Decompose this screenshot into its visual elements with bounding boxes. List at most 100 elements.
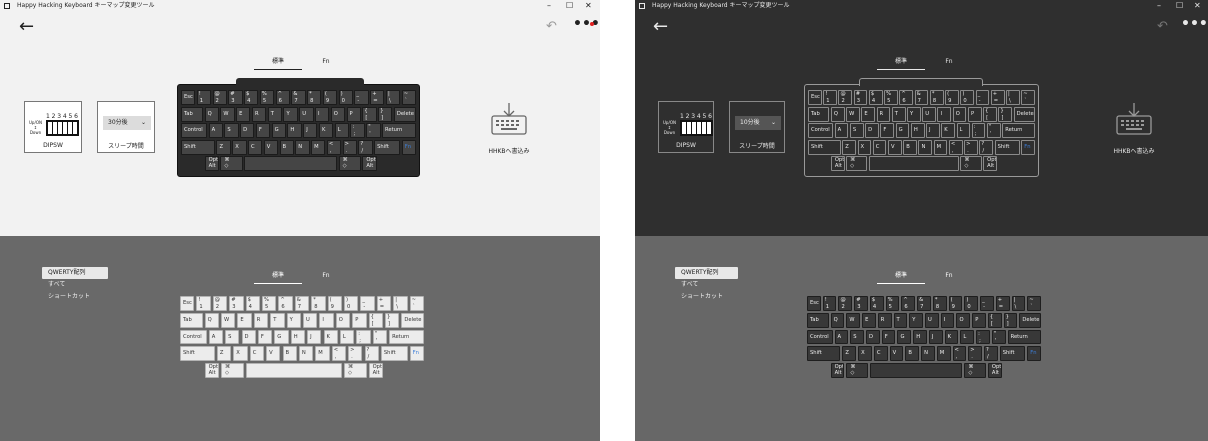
key-r1-9[interactable]: (9 (327, 296, 342, 311)
key-r1-10[interactable]: ) 0 (338, 90, 353, 105)
key-r4-2[interactable]: X (233, 346, 248, 362)
key-r2-0[interactable]: Tab (807, 312, 829, 328)
dipsw-panel-dark[interactable]: Up/ON ↕ Down 123456 DIPSW (658, 101, 714, 153)
category-all-dark[interactable]: すべて (675, 279, 741, 291)
key-r3-2[interactable]: S (849, 123, 864, 138)
key-r2-7[interactable]: U (299, 106, 314, 122)
key-r3-6[interactable]: H (910, 123, 925, 138)
key-r4-12[interactable]: Fn (409, 346, 424, 362)
dipsw-panel[interactable]: Up/ON ↕ Down 123456 DIPSW (24, 101, 82, 153)
key-r2-9[interactable]: O (952, 106, 967, 122)
key-r4-6[interactable]: N (918, 139, 933, 155)
key-r2-0[interactable]: Tab (180, 312, 203, 328)
key-r4-12[interactable]: Fn (1021, 139, 1035, 155)
tab-standard-dark[interactable]: 標準 (877, 56, 925, 70)
key-r1-11[interactable]: _ - (975, 90, 990, 105)
key-r4-3[interactable]: C (249, 346, 265, 362)
key-r2-7[interactable]: U (922, 106, 936, 122)
tab-fn[interactable]: Fn (302, 56, 350, 68)
key-r5-1[interactable]: ⌘ ◇ (221, 363, 244, 378)
key-r3-10[interactable]: :; (356, 329, 371, 345)
key-r1-2[interactable]: @2 (212, 90, 227, 105)
key-r2-2[interactable]: W (846, 312, 861, 328)
key-r1-4[interactable]: $4 (244, 90, 259, 105)
key-r1-3[interactable]: #3 (854, 296, 868, 311)
key-r1-11[interactable]: _ - (980, 296, 994, 311)
key-r4-7[interactable]: M (315, 346, 330, 362)
key-r5-0[interactable]: Opt Alt (830, 156, 845, 171)
key-r1-2[interactable]: @2 (212, 296, 228, 311)
key-r5-4[interactable]: Opt Alt (368, 363, 383, 378)
key-r1-6[interactable]: ^ 6 (275, 90, 290, 105)
key-r2-1[interactable]: Q (204, 312, 219, 328)
undo-icon[interactable]: ↶ (546, 19, 557, 34)
key-r4-7[interactable]: M (933, 139, 948, 155)
key-r3-1[interactable]: A (834, 123, 849, 138)
key-r5-1[interactable]: ⌘ ◇ (220, 156, 243, 171)
key-r4-0[interactable]: Shift (807, 346, 841, 362)
key-r1-14[interactable]: ~ ` (1021, 90, 1035, 105)
key-r4-9[interactable]: >. (968, 346, 982, 362)
key-r3-5[interactable]: G (897, 329, 912, 345)
key-r3-4[interactable]: F (255, 123, 271, 138)
key-r3-9[interactable]: L (956, 123, 971, 138)
key-r4-12[interactable]: Fn (1027, 346, 1041, 362)
key-r2-12[interactable]: }] (378, 106, 393, 122)
key-r5-4[interactable]: Opt Alt (983, 156, 997, 171)
key-space[interactable] (869, 363, 963, 378)
key-r4-5[interactable]: B (282, 346, 297, 362)
key-r4-1[interactable]: Z (216, 139, 231, 155)
key-r2-1[interactable]: Q (830, 106, 845, 122)
key-r3-12[interactable]: Return (1002, 123, 1035, 138)
write-to-hhkb-button[interactable]: HHKBへ書込み (474, 103, 544, 163)
key-r3-10[interactable]: :; (976, 329, 990, 345)
category-shortcut-dark[interactable]: ショートカット (675, 291, 741, 303)
more-options-icon-dark[interactable]: ••• (1181, 16, 1208, 32)
key-r2-1[interactable]: Q (830, 312, 845, 328)
key-r3-0[interactable]: Control (180, 329, 207, 345)
key-r2-10[interactable]: P (967, 106, 982, 122)
key-r3-9[interactable]: L (334, 123, 349, 138)
key-r1-0[interactable]: Esc (808, 90, 822, 105)
key-r3-1[interactable]: A (208, 329, 224, 345)
key-r2-3[interactable]: E (861, 106, 876, 122)
key-r2-5[interactable]: T (270, 312, 285, 328)
key-r2-6[interactable]: Y (286, 312, 301, 328)
palette-tab-standard-dark[interactable]: 標準 (877, 270, 925, 284)
key-r2-6[interactable]: Y (909, 312, 923, 328)
key-r3-5[interactable]: G (895, 123, 910, 138)
key-r1-9[interactable]: (9 (948, 296, 963, 311)
key-r1-2[interactable]: @2 (838, 90, 853, 105)
key-r3-4[interactable]: F (257, 329, 273, 345)
undo-icon-dark[interactable]: ↶ (1157, 19, 1168, 34)
key-r3-2[interactable]: S (224, 123, 239, 138)
key-r1-1[interactable]: ! 1 (823, 90, 837, 105)
key-r4-10[interactable]: ? / (984, 346, 998, 362)
key-r4-10[interactable]: ? / (358, 139, 373, 155)
key-r4-10[interactable]: ? / (364, 346, 379, 362)
key-r2-3[interactable]: E (862, 312, 876, 328)
key-r2-5[interactable]: T (267, 106, 282, 122)
palette-tab-standard[interactable]: 標準 (254, 270, 302, 284)
key-r1-5[interactable]: % 5 (884, 90, 898, 105)
key-r2-4[interactable]: R (251, 106, 267, 122)
key-r1-8[interactable]: * 8 (929, 90, 944, 105)
key-r3-7[interactable]: J (303, 123, 318, 138)
key-r3-8[interactable]: K (941, 123, 955, 138)
key-r3-10[interactable]: :; (350, 123, 365, 138)
key-r1-6[interactable]: ^ 6 (899, 90, 914, 105)
key-r4-8[interactable]: <, (326, 139, 342, 155)
key-r3-7[interactable]: J (307, 329, 322, 345)
key-r3-1[interactable]: A (208, 123, 223, 138)
key-r3-8[interactable]: K (944, 329, 959, 345)
key-r1-3[interactable]: #3 (228, 90, 243, 105)
tab-fn-dark[interactable]: Fn (925, 56, 973, 68)
key-r2-5[interactable]: T (893, 312, 908, 328)
key-r4-11[interactable]: Shift (374, 139, 401, 155)
key-r4-8[interactable]: <, (948, 139, 963, 155)
key-r3-11[interactable]: " ' (372, 329, 388, 345)
minimize-button[interactable]: – (547, 0, 551, 11)
key-r1-6[interactable]: ^ 6 (278, 296, 293, 311)
key-r4-12[interactable]: Fn (401, 139, 416, 155)
key-r2-11[interactable]: {[ (368, 312, 383, 328)
